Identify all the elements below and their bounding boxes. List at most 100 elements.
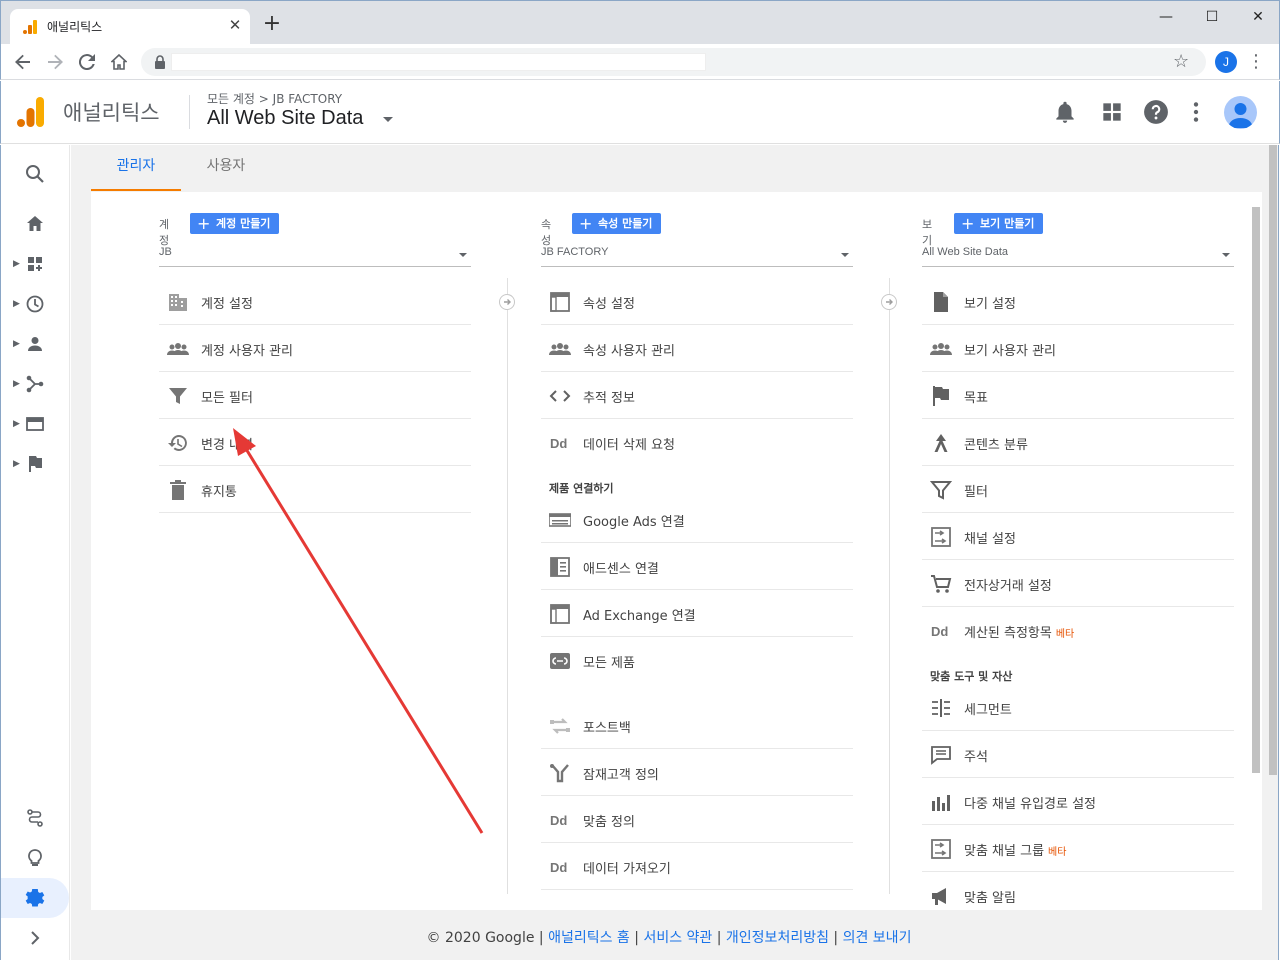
data-deletion-item[interactable]: Dd 데이터 삭제 요청 — [541, 419, 853, 466]
tracking-info-item[interactable]: 추적 정보 — [541, 372, 853, 419]
page-scrollbar[interactable] — [1267, 145, 1279, 960]
maximize-button[interactable]: ☐ — [1189, 5, 1235, 29]
all-filters-item[interactable]: 모든 필터 — [159, 372, 471, 419]
channel-settings-item[interactable]: 채널 설정 — [922, 513, 1234, 560]
audience-definitions-item[interactable]: 잠재고객 정의 — [541, 749, 853, 796]
browser-toolbar: ☆ J ⋮ — [0, 44, 1280, 80]
nav-customization[interactable]: ▶ — [1, 244, 69, 284]
nav-attribution[interactable] — [1, 798, 69, 838]
account-settings-item[interactable]: 계정 설정 — [159, 278, 471, 325]
view-user-management-item[interactable]: 보기 사용자 관리 — [922, 325, 1234, 372]
tab-user[interactable]: 사용자 — [181, 145, 271, 191]
user-avatar[interactable] — [1224, 96, 1257, 129]
segments-item[interactable]: 세그먼트 — [922, 684, 1234, 731]
account-user-management-label: 계정 사용자 관리 — [201, 344, 293, 359]
notification-bell-icon[interactable] — [1052, 99, 1078, 125]
nav-realtime[interactable]: ▶ — [1, 284, 69, 324]
property-user-management-item[interactable]: 속성 사용자 관리 — [541, 325, 853, 372]
browser-tab[interactable]: 애널리틱스 ✕ — [10, 9, 250, 45]
reload-button[interactable] — [74, 49, 100, 75]
new-tab-button[interactable]: + — [261, 13, 283, 36]
apps-grid-icon[interactable] — [1099, 99, 1125, 125]
dd-icon: Dd — [931, 624, 948, 639]
nav-acquisition[interactable]: ▶ — [1, 364, 69, 404]
behavior-icon — [26, 417, 44, 431]
all-filters-label: 모든 필터 — [201, 391, 253, 406]
svg-text:Dd: Dd — [550, 860, 567, 875]
content-grouping-item[interactable]: 콘텐츠 분류 — [922, 419, 1234, 466]
view-dropdown-icon[interactable] — [383, 117, 393, 122]
account-user-management-item[interactable]: 계정 사용자 관리 — [159, 325, 471, 372]
close-window-button[interactable]: ✕ — [1235, 5, 1280, 29]
footer-terms-link[interactable]: 서비스 약관 — [643, 930, 712, 946]
mcf-settings-item[interactable]: 다중 채널 유입경로 설정 — [922, 778, 1234, 825]
footer-privacy-link[interactable]: 개인정보처리방침 — [726, 930, 829, 946]
footer-feedback-link[interactable]: 의견 보내기 — [843, 930, 912, 946]
back-arrow-icon — [15, 54, 30, 70]
account-breadcrumb[interactable]: 모든 계정 > JB FACTORY — [207, 90, 342, 107]
home-button[interactable] — [106, 49, 132, 75]
trash-item[interactable]: 휴지통 — [159, 466, 471, 513]
create-property-button[interactable]: + 속성 만들기 — [572, 213, 662, 234]
arrow-right-circle-icon — [886, 299, 893, 305]
nav-home[interactable] — [1, 204, 69, 244]
footer-analytics-home-link[interactable]: 애널리틱스 홈 — [548, 930, 630, 946]
help-icon[interactable] — [1143, 99, 1169, 125]
view-selector[interactable]: All Web Site Data — [207, 107, 363, 130]
ecommerce-settings-item[interactable]: 전자상거래 설정 — [922, 560, 1234, 607]
adsense-link-item[interactable]: 애드센스 연결 — [541, 543, 853, 590]
bookmark-star-icon[interactable]: ☆ — [1173, 51, 1189, 72]
beta-badge: 베타 — [1048, 847, 1067, 858]
beta-badge: 베타 — [1055, 629, 1075, 640]
url-field[interactable] — [171, 53, 706, 71]
change-history-item[interactable]: 변경 내역 — [159, 419, 471, 466]
expand-caret-icon: ▶ — [13, 299, 20, 309]
goals-item[interactable]: 목표 — [922, 372, 1234, 419]
audience-icon — [550, 764, 569, 783]
annotations-item[interactable]: 주석 — [922, 731, 1234, 778]
address-bar[interactable]: ☆ — [141, 48, 1206, 76]
all-products-item[interactable]: 모든 제품 — [541, 637, 853, 684]
create-view-button[interactable]: + 보기 만들기 — [954, 213, 1044, 234]
nav-conversions[interactable]: ▶ — [1, 444, 69, 484]
browser-profile-avatar[interactable]: J — [1215, 51, 1237, 73]
ad-exchange-link-item[interactable]: Ad Exchange 연결 — [541, 590, 853, 637]
nav-discover[interactable] — [1, 838, 69, 878]
panel-scrollbar[interactable] — [1252, 207, 1260, 773]
property-selector[interactable]: JB FACTORY — [541, 242, 853, 267]
dropdown-caret-icon — [1222, 253, 1230, 257]
browser-menu-icon[interactable]: ⋮ — [1247, 49, 1265, 75]
data-import-item[interactable]: Dd 데이터 가져오기 — [541, 843, 853, 890]
google-ads-link-label: Google Ads 연결 — [583, 515, 685, 530]
create-account-button[interactable]: + 계정 만들기 — [190, 213, 280, 234]
view-selector-dropdown[interactable]: All Web Site Data — [922, 242, 1234, 267]
page-scrollbar-thumb[interactable] — [1269, 145, 1277, 775]
nav-audience[interactable]: ▶ — [1, 324, 69, 364]
view-filters-label: 필터 — [964, 485, 988, 500]
nav-expand[interactable] — [1, 918, 69, 958]
view-settings-item[interactable]: 보기 설정 — [922, 278, 1234, 325]
google-ads-link-item[interactable]: Google Ads 연결 — [541, 496, 853, 543]
view-filters-item[interactable]: 필터 — [922, 466, 1234, 513]
more-vert-icon[interactable] — [1183, 99, 1209, 125]
custom-channel-grouping-item[interactable]: 맞춤 채널 그룹 베타 — [922, 825, 1234, 872]
forward-button[interactable] — [42, 49, 68, 75]
nav-admin[interactable] — [1, 878, 69, 918]
postbacks-item[interactable]: 포스트백 — [541, 702, 853, 749]
account-selector[interactable]: JB — [159, 242, 471, 267]
account-settings-label: 계정 설정 — [201, 297, 253, 312]
tab-admin[interactable]: 관리자 — [91, 145, 181, 191]
property-settings-item[interactable]: 속성 설정 — [541, 278, 853, 325]
calculated-metrics-item[interactable]: Dd 계산된 측정항목 베타 — [922, 607, 1234, 654]
nav-behavior[interactable]: ▶ — [1, 404, 69, 444]
person-icon — [28, 337, 42, 351]
tab-close-icon[interactable]: ✕ — [225, 15, 245, 35]
goals-label: 목표 — [964, 391, 988, 406]
custom-definitions-item[interactable]: Dd 맞춤 정의 — [541, 796, 853, 843]
minimize-button[interactable]: — — [1143, 5, 1189, 29]
people-icon — [549, 343, 571, 355]
people-icon — [167, 343, 189, 355]
back-button[interactable] — [10, 49, 36, 75]
search-icon — [26, 165, 44, 183]
nav-search[interactable] — [1, 154, 69, 194]
